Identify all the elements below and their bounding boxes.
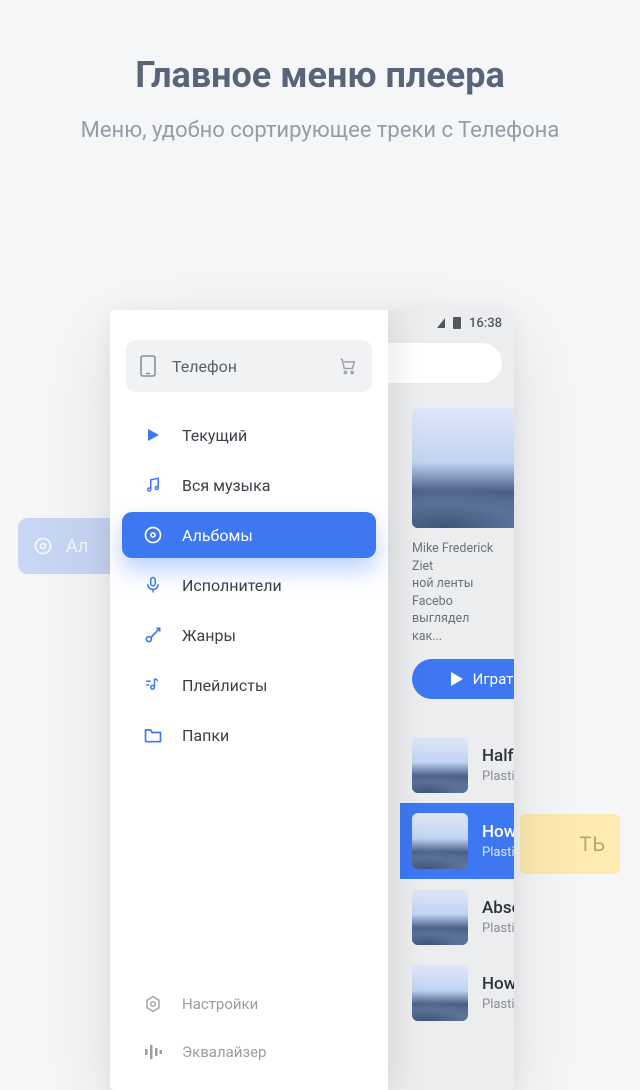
battery-icon: [453, 317, 461, 329]
hero-card: Mike Frederick Ziet ной ленты Facebo выг…: [412, 408, 502, 699]
drawer: Телефон Текущий Вся музыка Альбомы Исполнит…: [110, 310, 388, 1090]
track-thumbnail: [412, 737, 468, 793]
drawer-menu: Текущий Вся музыка Альбомы Исполнители Жанры…: [126, 412, 372, 758]
sidebar-item-current[interactable]: Текущий: [126, 412, 372, 458]
sidebar-item-label: Жанры: [182, 626, 236, 645]
track-subtitle: Plastic: [482, 997, 514, 1012]
track-subtitle: Plastic: [482, 769, 514, 784]
albums-icon: [142, 525, 164, 545]
ghost-yellow-button: ТЬ: [520, 814, 620, 874]
sidebar-item-folders[interactable]: Папки: [126, 712, 372, 758]
hero-album-art[interactable]: [412, 408, 514, 528]
equalizer-icon: [142, 1044, 164, 1060]
status-time: 16:38: [469, 316, 502, 331]
footer-item-equalizer[interactable]: Эквалайзер: [126, 1034, 372, 1070]
track-title: Abse: [482, 898, 514, 918]
track-title: How: [482, 974, 514, 994]
sidebar-item-playlists[interactable]: Плейлисты: [126, 662, 372, 708]
track-list: Half Plastic How Plasti Abse Plastic How Plasti…: [400, 727, 514, 1031]
play-icon: [451, 672, 463, 686]
device-label: Телефон: [172, 357, 237, 376]
playlists-icon: [142, 676, 164, 694]
track-title: Half: [482, 746, 514, 766]
track-thumbnail: [412, 965, 468, 1021]
sidebar-item-artists[interactable]: Исполнители: [126, 562, 372, 608]
track-subtitle: Plastic: [482, 921, 514, 936]
page-title: Главное меню плеера: [0, 54, 640, 96]
sidebar-item-label: Вся музыка: [182, 476, 270, 495]
track-row[interactable]: Abse Plastic: [400, 879, 514, 955]
track-row[interactable]: How Plasti: [400, 803, 514, 879]
track-thumbnail: [412, 889, 468, 945]
track-row[interactable]: Half Plastic: [400, 727, 514, 803]
sidebar-item-label: Альбомы: [182, 526, 253, 545]
ghost-albums-label: Ал: [66, 536, 88, 557]
play-button[interactable]: Играт: [412, 659, 514, 699]
track-row[interactable]: How Plastic: [400, 955, 514, 1031]
footer-item-settings[interactable]: Настройки: [126, 986, 372, 1022]
track-subtitle: Plasti: [482, 845, 514, 860]
folders-icon: [142, 726, 164, 744]
sidebar-item-albums[interactable]: Альбомы: [122, 512, 376, 558]
device-row[interactable]: Телефон: [126, 340, 372, 392]
sidebar-item-label: Папки: [182, 726, 229, 745]
phone-icon: [140, 355, 156, 377]
footer-item-label: Эквалайзер: [182, 1043, 266, 1061]
artists-icon: [142, 575, 164, 595]
current-icon: [142, 427, 164, 443]
phone-frame: 16:38 По Mike Frederick Ziet ной ленты F…: [110, 310, 514, 1090]
sidebar-item-genres[interactable]: Жанры: [126, 612, 372, 658]
drawer-footer: Настройки Эквалайзер: [126, 956, 372, 1070]
sidebar-item-all[interactable]: Вся музыка: [126, 462, 372, 508]
signal-icon: [437, 318, 445, 328]
sidebar-item-label: Плейлисты: [182, 676, 267, 695]
genres-icon: [142, 625, 164, 645]
footer-item-label: Настройки: [182, 995, 258, 1013]
settings-icon: [142, 995, 164, 1013]
all-icon: [142, 476, 164, 494]
disc-icon: [32, 535, 54, 557]
page-subtitle: Меню, удобно сортирующее треки с Телефон…: [0, 118, 640, 143]
sidebar-item-label: Текущий: [182, 426, 247, 445]
sidebar-item-label: Исполнители: [182, 576, 282, 595]
cart-icon[interactable]: [338, 357, 358, 375]
track-thumbnail: [412, 813, 468, 869]
hero-caption: Mike Frederick Ziet ной ленты Facebo выг…: [412, 540, 502, 645]
track-title: How: [482, 822, 514, 842]
